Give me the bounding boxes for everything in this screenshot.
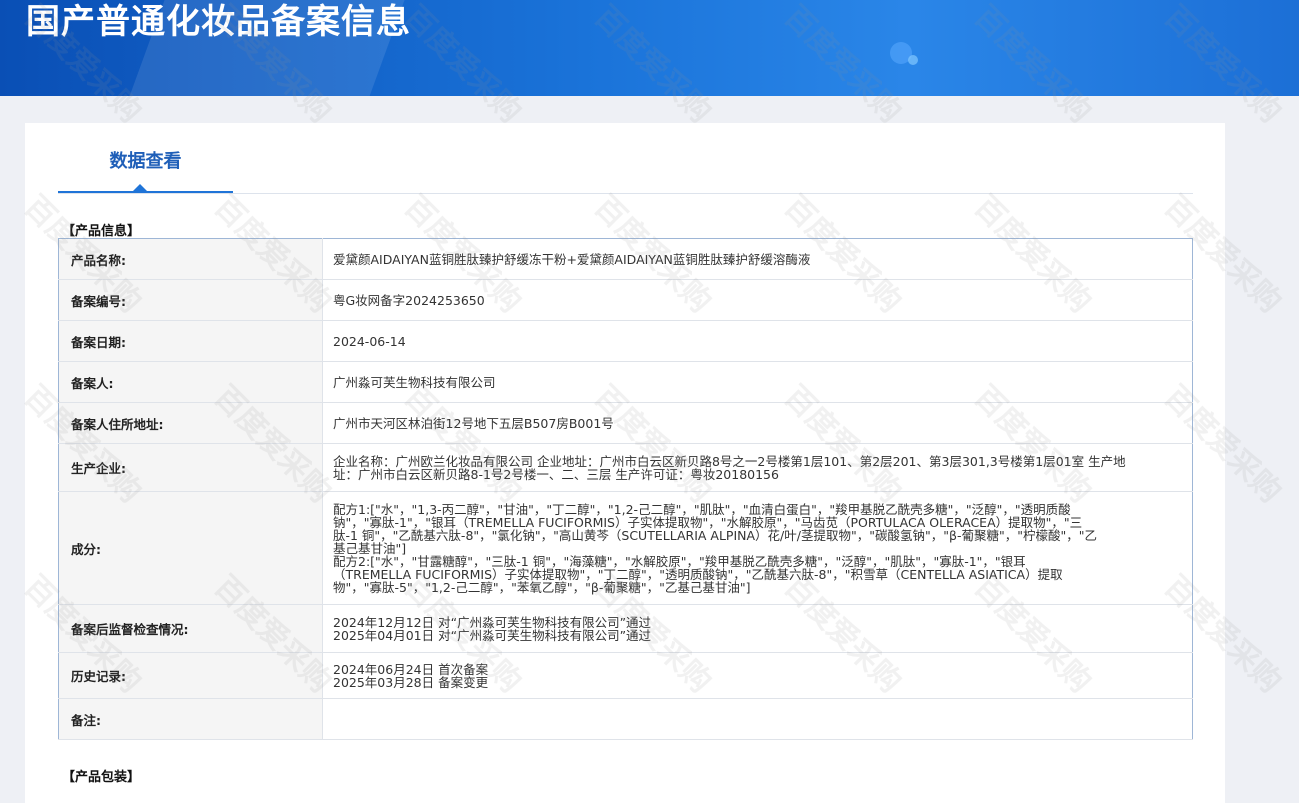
section-title-product-info: 【产品信息】 bbox=[62, 224, 141, 239]
info-row: 产品名称: 爱黛颜AIDAIYAN蓝铜胜肽臻护舒缓冻干粉+爱黛颜AIDAIYAN蓝… bbox=[58, 238, 1193, 280]
info-row: 备案编号: 粤G妆网备字2024253650 bbox=[58, 279, 1193, 321]
info-row-label: 备案编号: bbox=[58, 279, 323, 321]
info-row-value-line: 企业名称：广州欧兰化妆品有限公司 企业地址：广州市白云区新贝路8号之一2号楼第1… bbox=[333, 453, 1126, 469]
content-card: 数据查看 【产品信息】 产品名称: 爱黛颜AIDAIYAN蓝铜胜肽臻护舒缓冻干粉+… bbox=[25, 123, 1225, 803]
info-row: 历史记录: 2024年06月24日 首次备案 2025年03月28日 备案变更 bbox=[58, 652, 1193, 699]
banner-decoration-dot bbox=[908, 55, 918, 65]
tab-bar: 数据查看 bbox=[58, 123, 1193, 194]
info-row-label: 备案人住所地址: bbox=[58, 402, 323, 444]
info-row-value-line: 2024年06月24日 首次备案 bbox=[333, 661, 489, 677]
info-row-value-line: 广州市天河区林泊街12号地下五层B507房B001号 bbox=[333, 415, 614, 431]
info-row-value-line: 基己基甘油"] bbox=[333, 540, 407, 556]
product-info-table: 产品名称: 爱黛颜AIDAIYAN蓝铜胜肽臻护舒缓冻干粉+爱黛颜AIDAIYAN蓝… bbox=[58, 238, 1193, 740]
info-row-label: 备案人: bbox=[58, 361, 323, 403]
info-row-value-line: 广州淼可芙生物科技有限公司 bbox=[333, 374, 496, 390]
info-row-value: 配方1:["水"，"1,3-丙二醇"，"甘油"，"丁二醇"，"1,2-己二醇"，… bbox=[322, 491, 1193, 605]
info-row-value-line: （TREMELLA FUCIFORMIS）子实体提取物"，"丁二醇"，"透明质酸… bbox=[333, 566, 1063, 582]
info-row-value: 2024年06月24日 首次备案 2025年03月28日 备案变更 bbox=[322, 652, 1193, 699]
info-row-value-line: 配方2:["水"，"甘露糖醇"，"三肽-1 铜"，"海藻糖"，"水解胶原"，"羧… bbox=[333, 553, 1026, 569]
tab-label: 数据查看 bbox=[109, 151, 182, 172]
info-row-value-line: 肽-1 铜"，"乙酰基六肽-8"，"氯化钠"，"高山黄芩（SCUTELLARIA… bbox=[333, 527, 1097, 543]
info-row-value-line: 2024年12月12日 对“广州淼可芙生物科技有限公司”通过 bbox=[333, 614, 652, 630]
info-row: 备案人: 广州淼可芙生物科技有限公司 bbox=[58, 361, 1193, 403]
page-title: 国产普通化妆品备案信息 bbox=[26, 2, 411, 42]
info-row-label: 备注: bbox=[58, 698, 323, 740]
info-row-value bbox=[322, 698, 1193, 740]
info-row-value-line: 爱黛颜AIDAIYAN蓝铜胜肽臻护舒缓冻干粉+爱黛颜AIDAIYAN蓝铜胜肽臻护… bbox=[333, 251, 811, 267]
info-row-value-line: 物"，"寡肽-5"，"1,2-己二醇"，"苯氧乙醇"，"β-葡聚糖"，"乙基己基… bbox=[333, 579, 751, 595]
info-row: 备案人住所地址: 广州市天河区林泊街12号地下五层B507房B001号 bbox=[58, 402, 1193, 444]
info-row-label: 产品名称: bbox=[58, 238, 323, 280]
info-row-value: 广州淼可芙生物科技有限公司 bbox=[322, 361, 1193, 403]
info-row-value: 广州市天河区林泊街12号地下五层B507房B001号 bbox=[322, 402, 1193, 444]
info-row-value-line: 2025年03月28日 备案变更 bbox=[333, 674, 489, 690]
info-row: 备案日期: 2024-06-14 bbox=[58, 320, 1193, 362]
info-row-label: 备案后监督检查情况: bbox=[58, 604, 323, 653]
info-row-value: 企业名称：广州欧兰化妆品有限公司 企业地址：广州市白云区新贝路8号之一2号楼第1… bbox=[322, 443, 1193, 492]
tab-data-view[interactable]: 数据查看 bbox=[58, 123, 233, 193]
info-row-value-line: 址：广州市白云区新贝路8-1号2号楼一、二、三层 生产许可证：粤妆2018015… bbox=[333, 466, 779, 482]
info-row-value: 2024-06-14 bbox=[322, 320, 1193, 362]
info-row-value: 2024年12月12日 对“广州淼可芙生物科技有限公司”通过 2025年04月01… bbox=[322, 604, 1193, 653]
info-row-label: 备案日期: bbox=[58, 320, 323, 362]
info-row-label: 成分: bbox=[58, 491, 323, 605]
info-row: 成分: 配方1:["水"，"1,3-丙二醇"，"甘油"，"丁二醇"，"1,2-己二… bbox=[58, 491, 1193, 605]
info-row-label: 历史记录: bbox=[58, 652, 323, 699]
tab-active-indicator bbox=[133, 184, 147, 191]
info-row-value-line: 钠"，"寡肽-1"，"银耳（TREMELLA FUCIFORMIS）子实体提取物… bbox=[333, 514, 1083, 530]
info-row-value: 粤G妆网备字2024253650 bbox=[322, 279, 1193, 321]
header-banner: 国产普通化妆品备案信息 bbox=[0, 0, 1299, 96]
info-row-value-line: 2025年04月01日 对“广州淼可芙生物科技有限公司”通过 bbox=[333, 627, 652, 643]
info-row-value-line: 粤G妆网备字2024253650 bbox=[333, 292, 485, 308]
info-row-value: 爱黛颜AIDAIYAN蓝铜胜肽臻护舒缓冻干粉+爱黛颜AIDAIYAN蓝铜胜肽臻护… bbox=[322, 238, 1193, 280]
info-row-label: 生产企业: bbox=[58, 443, 323, 492]
info-row-value-line: 2024-06-14 bbox=[333, 333, 406, 349]
info-row-value-line: 配方1:["水"，"1,3-丙二醇"，"甘油"，"丁二醇"，"1,2-己二醇"，… bbox=[333, 501, 1071, 517]
info-row: 备注: bbox=[58, 698, 1193, 740]
info-row: 备案后监督检查情况: 2024年12月12日 对“广州淼可芙生物科技有限公司”通过… bbox=[58, 604, 1193, 653]
info-row: 生产企业: 企业名称：广州欧兰化妆品有限公司 企业地址：广州市白云区新贝路8号之一… bbox=[58, 443, 1193, 492]
section-title-packaging: 【产品包装】 bbox=[62, 770, 141, 785]
